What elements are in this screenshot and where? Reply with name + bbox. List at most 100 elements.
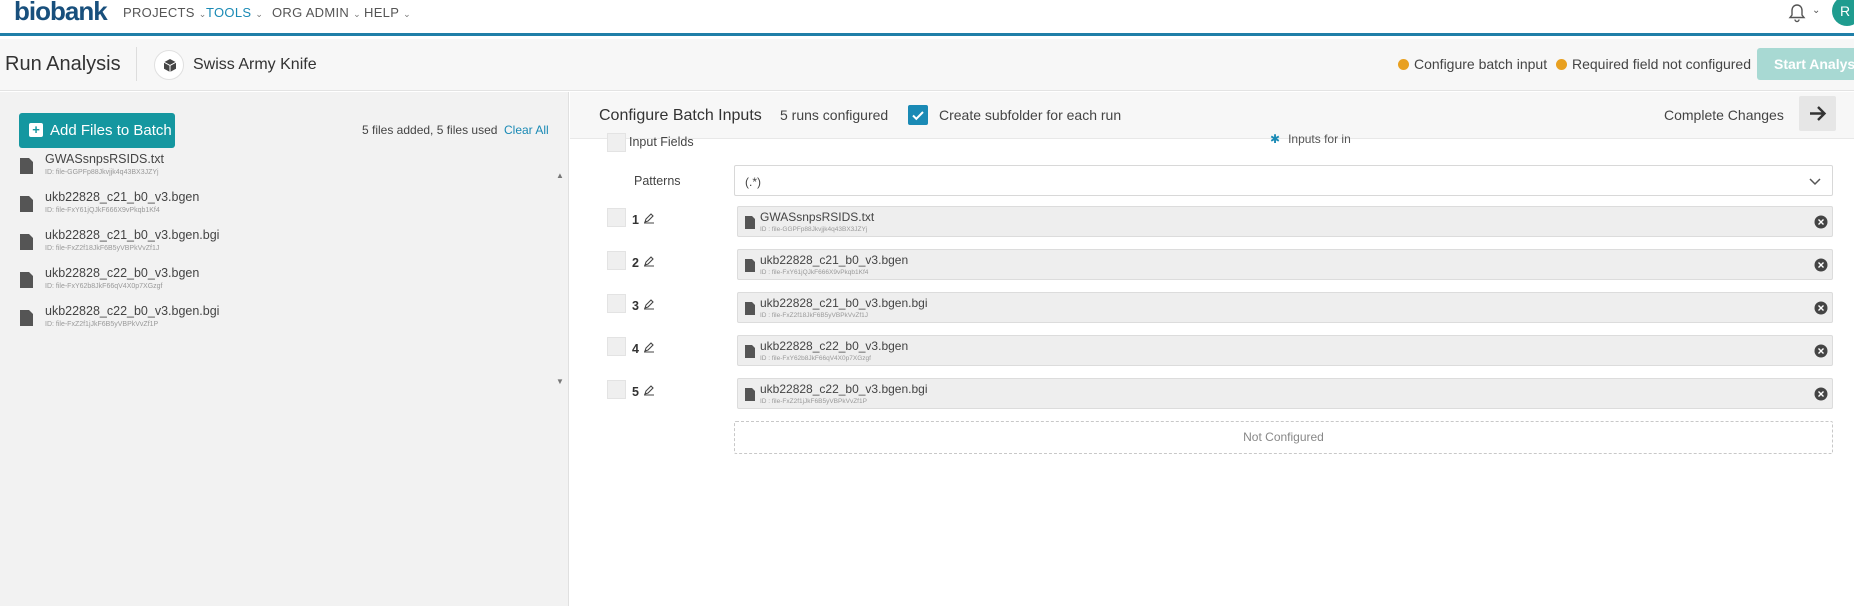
file-icon <box>20 158 33 174</box>
chevron-down-icon: ⌄ <box>353 9 361 19</box>
file-icon <box>745 345 755 358</box>
list-item[interactable]: ukb22828_c22_b0_v3.bgen.bgi ID: file-FxZ… <box>20 304 540 344</box>
row-number: 2 <box>632 256 639 270</box>
file-icon <box>20 310 33 326</box>
file-name: ukb22828_c21_b0_v3.bgen.bgi <box>45 228 220 242</box>
asterisk-icon: ✱ <box>1270 132 1281 146</box>
run-file-id: ID : file-FxZ2f1jJkF6B5yVBPkVvZf1P <box>760 398 867 405</box>
file-name: GWASsnpsRSIDS.txt <box>45 152 165 166</box>
row-checkbox[interactable] <box>607 208 626 227</box>
run-file-name: ukb22828_c22_b0_v3.bgen.bgi <box>760 382 928 396</box>
row-checkbox[interactable] <box>607 251 626 270</box>
inputs-for-text: Inputs for in <box>1288 132 1351 146</box>
configure-batch-pane: Configure Batch Inputs 5 runs configured… <box>570 92 1854 606</box>
remove-icon[interactable] <box>1814 301 1828 315</box>
input-fields-label: Input Fields <box>629 135 694 149</box>
biobank-logo[interactable]: biobank <box>14 0 108 27</box>
plus-icon: + <box>29 123 43 137</box>
file-id: ID: file-FxZ2f18JkF6B5yVBPkVvZf1J <box>45 245 160 252</box>
run-input-box[interactable]: ukb22828_c22_b0_v3.bgen ID : file-FxY62b… <box>737 335 1833 366</box>
arrow-right-icon <box>1810 106 1827 121</box>
run-file-name: ukb22828_c21_b0_v3.bgen <box>760 253 909 267</box>
run-input-box[interactable]: ukb22828_c21_b0_v3.bgen ID : file-FxY61j… <box>737 249 1833 280</box>
file-icon <box>745 302 755 315</box>
nav-help-label: HELP <box>364 5 400 20</box>
row-checkbox[interactable] <box>607 380 626 399</box>
chevron-down-icon[interactable]: ⌄ <box>1812 5 1820 16</box>
file-icon <box>20 196 33 212</box>
run-file-name: ukb22828_c22_b0_v3.bgen <box>760 339 909 353</box>
row-number: 4 <box>632 342 639 356</box>
list-item[interactable]: ukb22828_c21_b0_v3.bgen ID: file-FxY61jQ… <box>20 190 540 230</box>
status-dot-icon <box>1398 59 1409 70</box>
inputs-for-label: ✱ Inputs for in <box>1270 132 1351 146</box>
status-required-label: Required field not configured <box>1572 56 1752 72</box>
pattern-value: (.*) <box>745 175 761 189</box>
status-required-field: Required field not configured <box>1556 56 1751 72</box>
row-number: 5 <box>632 385 639 399</box>
status-configure-batch: Configure batch input <box>1398 56 1547 72</box>
bell-icon[interactable] <box>1786 2 1808 24</box>
runs-configured: 5 runs configured <box>780 107 889 123</box>
remove-icon[interactable] <box>1814 387 1828 401</box>
pencil-icon[interactable] <box>643 384 655 396</box>
not-configured-slot[interactable]: Not Configured <box>734 421 1833 454</box>
run-file-id: ID : file-FxZ2f18JkF6B5yVBPkVvZf1J <box>760 312 869 319</box>
start-analysis-button[interactable]: Start Analysis <box>1757 48 1854 80</box>
run-file-name: GWASsnpsRSIDS.txt <box>760 210 875 224</box>
nav-org-admin-label: ORG ADMIN <box>272 5 350 20</box>
app-name[interactable]: Swiss Army Knife <box>193 56 317 74</box>
run-file-id: ID : file-GGPFp88Jkvjjk4q43BX3JZYj <box>760 226 868 233</box>
run-file-name: ukb22828_c21_b0_v3.bgen.bgi <box>760 296 928 310</box>
remove-icon[interactable] <box>1814 344 1828 358</box>
pencil-icon[interactable] <box>643 298 655 310</box>
file-icon <box>745 388 755 401</box>
top-nav: biobank PROJECTS ⌄ TOOLS ⌄ ORG ADMIN ⌄ HELP… <box>0 0 1854 36</box>
row-checkbox[interactable] <box>607 337 626 356</box>
add-files-button[interactable]: + Add Files to Batch <box>19 113 175 148</box>
run-input-box[interactable]: GWASsnpsRSIDS.txt ID : file-GGPFp88Jkvjj… <box>737 206 1833 237</box>
nav-help[interactable]: HELP ⌄ <box>364 5 411 20</box>
file-icon <box>745 259 755 272</box>
configure-title: Configure Batch Inputs <box>599 107 762 124</box>
remove-icon[interactable] <box>1814 215 1828 229</box>
chevron-down-icon: ⌄ <box>403 9 412 19</box>
row-checkbox[interactable] <box>607 294 626 313</box>
subfolder-label[interactable]: Create subfolder for each run <box>939 107 1121 123</box>
complete-changes-label[interactable]: Complete Changes <box>1664 107 1784 123</box>
row-number: 1 <box>632 213 639 227</box>
nav-projects-label: PROJECTS <box>123 5 195 20</box>
subfolder-checkbox[interactable] <box>908 105 928 125</box>
page-title: Run Analysis <box>5 53 121 75</box>
patterns-select[interactable]: (.*) <box>734 165 1833 196</box>
input-fields-checkbox[interactable] <box>607 133 626 152</box>
file-list[interactable]: GWASsnpsRSIDS.txt ID: file-GGPFp88Jkvjjk… <box>0 152 556 402</box>
complete-changes-button[interactable] <box>1799 96 1836 131</box>
list-item[interactable]: GWASsnpsRSIDS.txt ID: file-GGPFp88Jkvjjk… <box>20 152 540 192</box>
run-header: Run Analysis Swiss Army Knife Configure … <box>0 39 1854 91</box>
list-item[interactable]: ukb22828_c22_b0_v3.bgen ID: file-FxY62b8… <box>20 266 540 306</box>
pencil-icon[interactable] <box>643 255 655 267</box>
avatar[interactable]: R <box>1832 0 1854 26</box>
pencil-icon[interactable] <box>643 212 655 224</box>
nav-tools[interactable]: TOOLS ⌄ <box>206 5 263 20</box>
pencil-icon[interactable] <box>643 341 655 353</box>
cube-icon <box>163 59 177 72</box>
list-item[interactable]: ukb22828_c21_b0_v3.bgen.bgi ID: file-FxZ… <box>20 228 540 268</box>
configure-header: Configure Batch Inputs 5 runs configured… <box>570 92 1854 139</box>
scroll-down-icon[interactable]: ▼ <box>556 377 564 386</box>
divider <box>136 47 137 81</box>
file-count: 5 files added, 5 files used <box>362 123 498 137</box>
file-name: ukb22828_c22_b0_v3.bgen.bgi <box>45 304 220 318</box>
run-input-box[interactable]: ukb22828_c22_b0_v3.bgen.bgi ID : file-Fx… <box>737 378 1833 409</box>
scroll-up-icon[interactable]: ▲ <box>556 171 564 180</box>
nav-projects[interactable]: PROJECTS ⌄ <box>123 5 207 20</box>
clear-all-link[interactable]: Clear All <box>504 123 549 137</box>
remove-icon[interactable] <box>1814 258 1828 272</box>
run-input-box[interactable]: ukb22828_c21_b0_v3.bgen.bgi ID : file-Fx… <box>737 292 1833 323</box>
nav-org-admin[interactable]: ORG ADMIN ⌄ <box>272 5 361 20</box>
run-file-id: ID : file-FxY61jQJkF666X9vPkqb1Kf4 <box>760 269 869 276</box>
app-icon <box>154 50 184 80</box>
patterns-label: Patterns <box>634 174 681 188</box>
file-icon <box>745 216 755 229</box>
